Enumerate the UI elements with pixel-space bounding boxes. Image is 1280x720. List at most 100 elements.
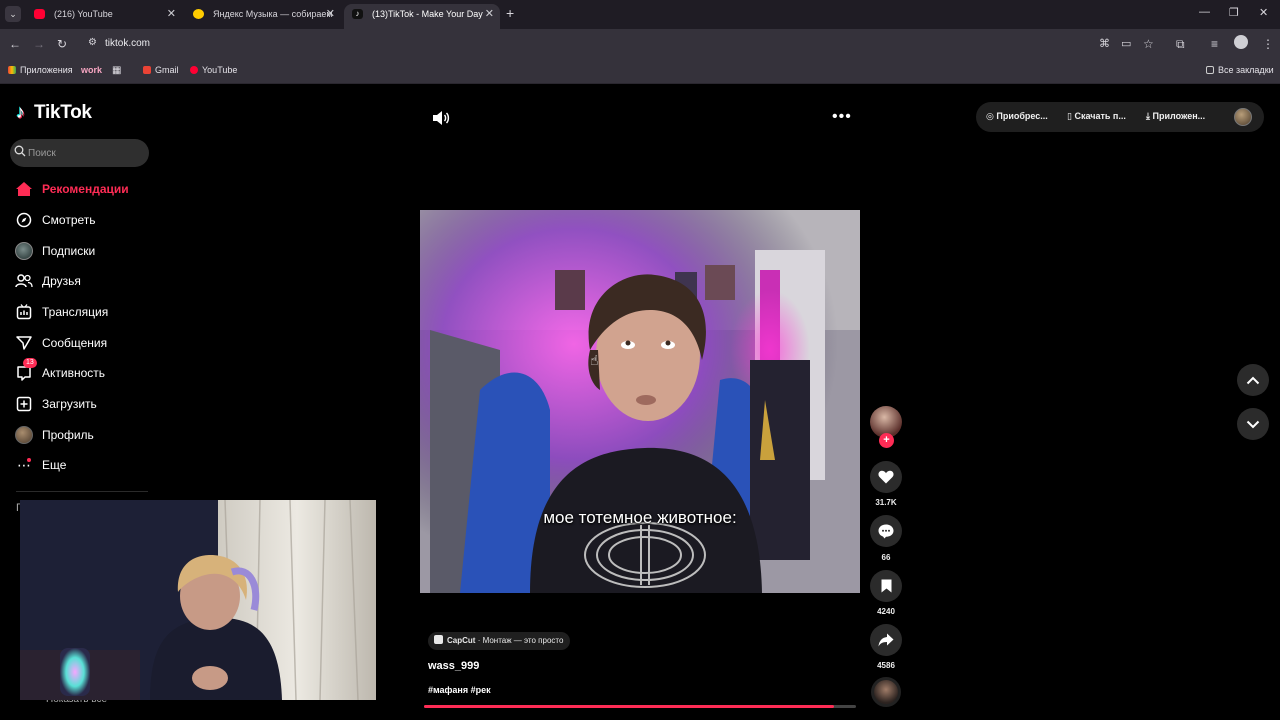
video-hashtags[interactable]: #мафаня #рек [428,685,491,695]
tab-search-button[interactable]: ⌄ [5,6,21,22]
minimize-icon[interactable]: — [1199,6,1210,18]
yandex-music-favicon-icon [193,9,204,19]
bookmark-gmail[interactable]: Gmail [143,65,179,75]
friends-icon [14,271,34,291]
top-right-actions: ◎ Приобрес... ▯ Скачать п... ⤓ Приложен.… [976,102,1264,132]
save-button[interactable] [870,570,902,602]
music-disc-icon[interactable] [871,677,901,707]
back-arrow-icon[interactable]: ← [9,37,21,51]
next-video-button[interactable] [1237,408,1269,440]
get-app-button[interactable]: ⤓ Приложен... [1146,111,1205,122]
bookmark-apps[interactable]: Приложения [8,65,73,75]
extensions-icon[interactable]: ⧉ [1176,37,1185,52]
search-box[interactable] [10,139,149,167]
bookmark-grid-icon[interactable]: ▦ [112,65,121,76]
forward-arrow-icon[interactable]: → [33,37,45,51]
browser-toolbar: ← → ↻ ⚙ tiktok.com ⌘ ▭ ☆ ⧉ ≡ ⋮ [0,29,1280,59]
close-tab-icon[interactable]: ✕ [167,4,176,24]
comment-button[interactable] [870,515,902,547]
more-icon: ⋯ [17,456,31,473]
apps-grid-icon [8,66,16,74]
capcut-icon [434,635,443,644]
share-count: 4586 [877,661,895,670]
youtube-favicon-icon [34,9,45,19]
nav-item-messages[interactable]: Сообщения [14,331,154,355]
all-bookmarks[interactable]: Все закладки [1206,65,1274,75]
address-bar[interactable]: ⚙ tiktok.com [80,32,1160,56]
folder-icon [1206,66,1214,74]
chevron-down-icon [1246,420,1260,428]
tiktok-favicon-icon: ♪ [352,9,363,19]
like-button[interactable] [870,461,902,493]
reload-icon[interactable]: ↻ [57,37,67,51]
previous-video-button[interactable] [1237,364,1269,396]
upload-icon [14,394,34,414]
tiktok-logo[interactable]: ♪ TikTok [16,102,92,124]
comment-icon [878,524,894,538]
translate-icon[interactable]: ⌘ [1099,37,1110,50]
messages-icon [14,333,34,353]
nav-item-following[interactable]: Подписки [14,239,154,263]
video-progress-fill [424,705,835,708]
buy-coins-button[interactable]: ◎ Приобрес... [986,111,1048,122]
url-text[interactable]: tiktok.com [105,38,150,49]
volume-icon[interactable] [432,110,450,126]
bookmark-icon [881,579,891,593]
profile-avatar-icon [14,425,34,445]
new-tab-button[interactable]: + [506,5,514,21]
profile-icon[interactable] [1234,35,1248,49]
nav-item-upload[interactable]: Загрузить [14,392,154,416]
video-progress-bar[interactable] [424,705,856,708]
youtube-icon [190,66,198,74]
coin-icon: ◎ [986,111,997,121]
share-icon [878,633,894,647]
bookmarks-bar: Приложения work ▦ Gmail YouTube Все закл… [0,59,1280,84]
browser-menu-icon[interactable]: ⋮ [1262,37,1274,51]
home-icon [14,179,34,199]
heart-icon [878,470,894,484]
comment-count: 66 [881,553,891,562]
close-tab-icon[interactable]: ✕ [326,4,335,24]
search-input[interactable] [28,144,143,162]
live-icon [14,302,34,322]
user-avatar[interactable] [1234,108,1252,126]
tab-tiktok[interactable]: ♪ (13)TikTok - Make Your Day ✕ [344,4,500,29]
nav-item-profile[interactable]: Профиль [14,423,154,447]
video-caption: мое тотемное животное: [543,508,737,527]
sidebar-divider [16,491,148,492]
nav-item-activity[interactable]: 13 Активность [14,358,154,385]
activity-icon: 13 [14,358,37,383]
nav-item-friends[interactable]: Друзья [14,269,154,293]
mouse-cursor-icon: ☝ [590,352,599,368]
video-player[interactable]: мое тотемное животное: [420,210,860,593]
like-count: 31.7K [875,498,897,507]
capcut-tag[interactable]: CapCut · Монтаж — это просто [428,632,571,650]
chevron-up-icon [1246,376,1260,384]
follow-plus-icon[interactable]: + [879,433,894,448]
tiktok-page: ♪TikTok Рекомендации Смотреть Подписки Д… [0,84,1280,720]
close-window-icon[interactable]: ✕ [1259,6,1268,19]
site-info-icon[interactable]: ⚙ [88,37,97,48]
nav-item-explore[interactable]: Смотреть [14,208,154,232]
share-button[interactable] [870,624,902,656]
nav-item-for-you[interactable]: Рекомендации [14,177,154,201]
bookmark-youtube[interactable]: YouTube [190,65,237,75]
restore-icon[interactable]: ❐ [1229,6,1239,19]
bookmark-star-icon[interactable]: ☆ [1143,37,1154,51]
bookmark-work[interactable]: work [81,65,102,75]
download-app-button[interactable]: ▯ Скачать п... [1067,111,1126,122]
search-icon [14,145,26,157]
activity-badge: 13 [23,358,37,368]
browser-tabstrip: ⌄ (216) YouTube ✕ Яндекс Музыка — собира… [0,0,1280,29]
tab-youtube[interactable]: (216) YouTube ✕ [26,4,182,29]
compass-icon [14,210,34,230]
video-author[interactable]: wass_999 [428,660,479,672]
media-controls-icon[interactable]: ≡ [1211,37,1218,51]
video-more-options-icon[interactable]: ••• [832,108,852,126]
cast-icon[interactable]: ▭ [1121,37,1131,50]
tab-yandex-music[interactable]: Яндекс Музыка — собираем м ✕ [185,4,341,29]
close-tab-icon[interactable]: ✕ [485,4,494,24]
webcam-feed-image [20,500,376,700]
nav-item-more[interactable]: ⋯ Еще [14,453,154,477]
nav-item-live[interactable]: Трансляция [14,300,154,324]
